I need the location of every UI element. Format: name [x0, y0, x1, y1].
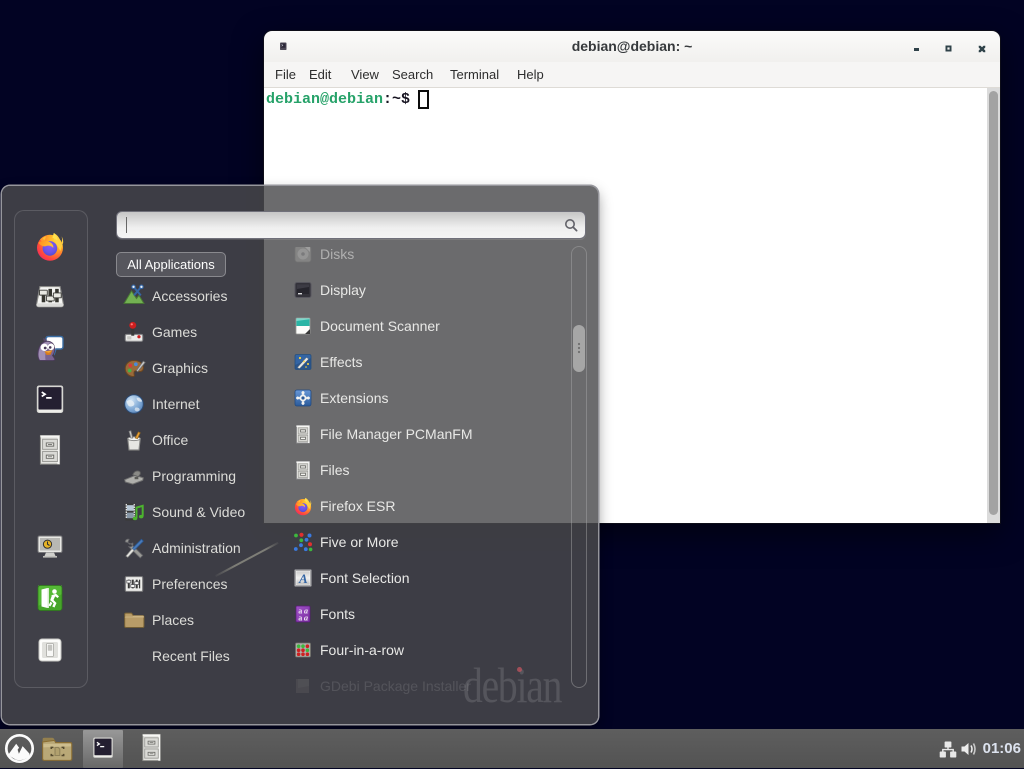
svg-text:A: A: [298, 571, 308, 586]
svg-text:a: a: [298, 613, 302, 622]
